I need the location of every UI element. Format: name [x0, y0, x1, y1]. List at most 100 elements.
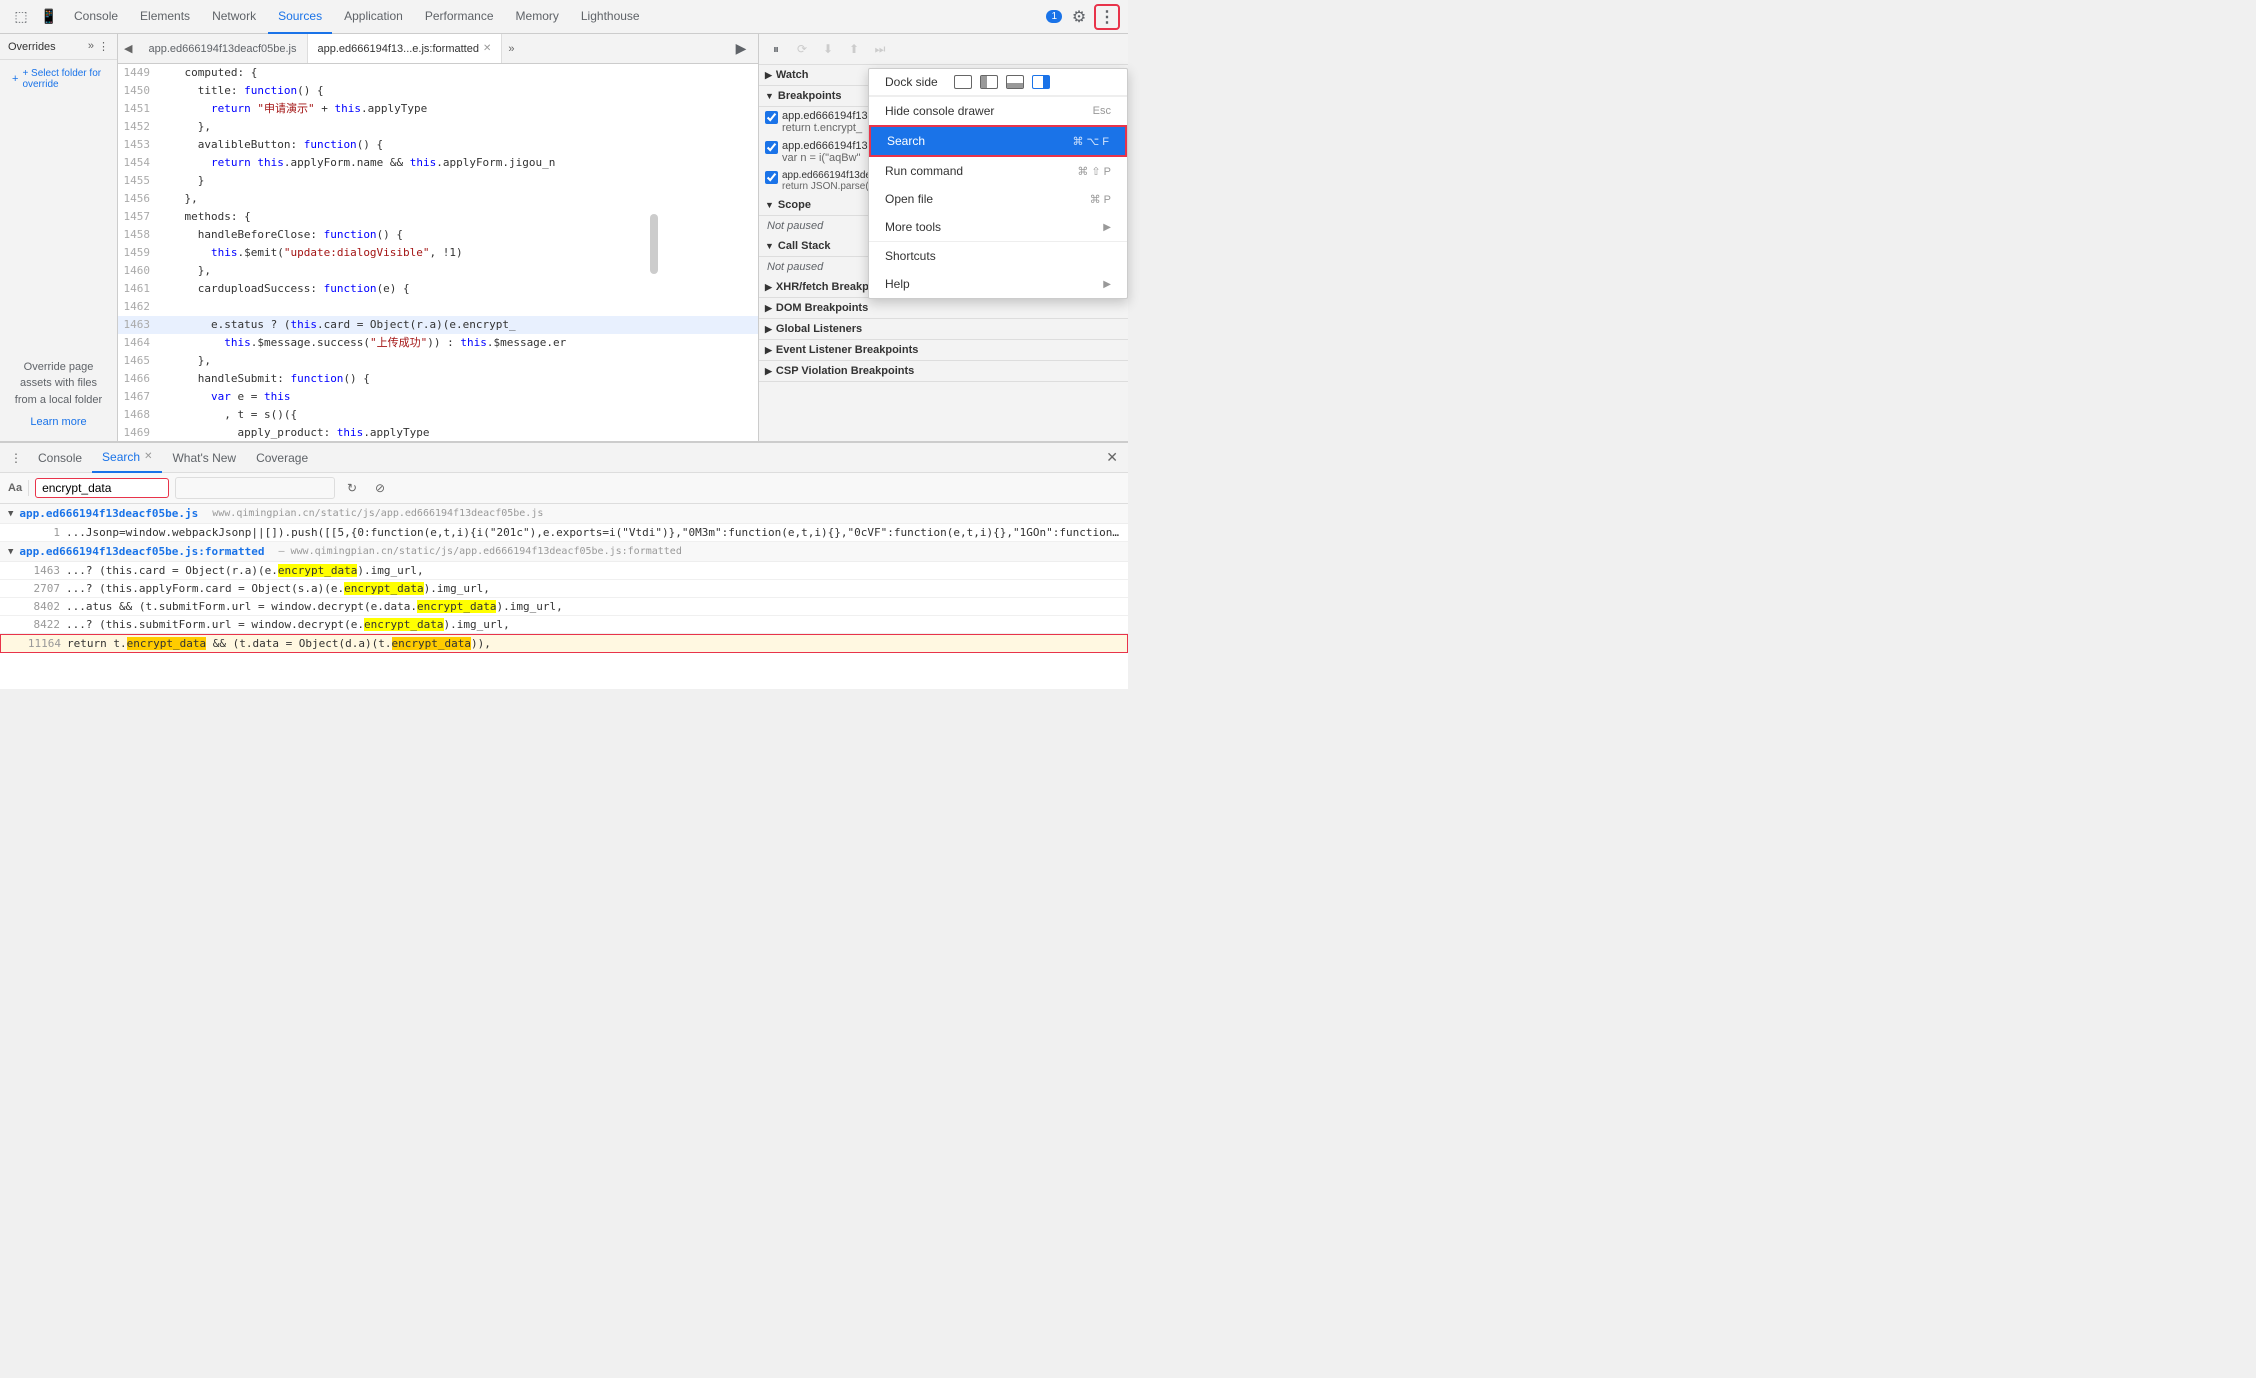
breakpoint-checkbox-2[interactable]	[765, 141, 778, 154]
step-into-btn[interactable]: ⬇	[817, 38, 839, 60]
event-listener-arrow-icon: ▶	[765, 345, 772, 356]
dock-side-section: Dock side	[869, 69, 1127, 96]
code-line-1460: 1460 },	[118, 262, 758, 280]
tab-performance[interactable]: Performance	[415, 0, 504, 34]
main-area: Overrides » ⋮ + + Select folder for over…	[0, 34, 1128, 689]
csp-arrow-icon: ▶	[765, 366, 772, 377]
dock-undock-btn[interactable]	[954, 75, 972, 89]
result-linenum-1: 1	[24, 526, 60, 539]
result-line-2707[interactable]: 2707 ...? (this.applyForm.card = Object(…	[0, 580, 1128, 598]
open-file-item[interactable]: Open file ⌘ P	[869, 185, 1127, 213]
search-input[interactable]	[42, 481, 162, 495]
replace-input-container	[175, 477, 335, 499]
sidebar-more-btn[interactable]: »	[88, 40, 94, 53]
case-sensitive-btn[interactable]: Aa	[8, 482, 22, 494]
result-line-file1-1[interactable]: 1 ...Jsonp=window.webpackJsonp||[]).push…	[0, 524, 1128, 542]
result-linenum-11164: 11164	[25, 637, 61, 650]
result-line-1463[interactable]: 1463 ...? (this.card = Object(r.a)(e.enc…	[0, 562, 1128, 580]
bottom-tab-coverage[interactable]: Coverage	[246, 443, 318, 473]
help-arrow-icon: ▶	[1103, 279, 1111, 290]
event-listener-section-header[interactable]: ▶ Event Listener Breakpoints	[759, 340, 1128, 361]
context-menu: Dock side Hide console drawer Esc Search…	[868, 68, 1128, 299]
file-tab-formatted[interactable]: app.ed666194f13...e.js:formatted ✕	[308, 34, 503, 64]
run-command-item[interactable]: Run command ⌘ ⇧ P	[869, 157, 1127, 185]
code-line-1449: 1449 computed: {	[118, 64, 758, 82]
step-btn[interactable]: ⏭	[869, 38, 891, 60]
bottom-panel-menu[interactable]: ⋮	[4, 451, 28, 465]
result-line-8422[interactable]: 8422 ...? (this.submitForm.url = window.…	[0, 616, 1128, 634]
tab-lighthouse[interactable]: Lighthouse	[571, 0, 650, 34]
result-file-url-1: www.qimingpian.cn/static/js/app.ed666194…	[212, 508, 543, 519]
learn-more-link[interactable]: Learn more	[30, 416, 86, 428]
tab-elements[interactable]: Elements	[130, 0, 200, 34]
more-tools-item[interactable]: More tools ▶	[869, 213, 1127, 241]
result-file-arrow-1: ▼	[8, 509, 13, 519]
result-code-11164: return t.encrypt_data && (t.data = Objec…	[67, 637, 491, 650]
settings-btn[interactable]: ⚙	[1066, 4, 1092, 30]
file-tabs-more[interactable]: »	[502, 43, 520, 55]
tab-network[interactable]: Network	[202, 0, 266, 34]
result-file-header-1[interactable]: ▼ app.ed666194f13deacf05be.js www.qiming…	[0, 504, 1128, 524]
code-line-1462: 1462	[118, 298, 758, 316]
shortcuts-item[interactable]: Shortcuts	[869, 242, 1127, 270]
dock-left-btn[interactable]	[980, 75, 998, 89]
search-results: ▼ app.ed666194f13deacf05be.js www.qiming…	[0, 504, 1128, 689]
help-item[interactable]: Help ▶	[869, 270, 1127, 298]
step-out-btn[interactable]: ⬆	[843, 38, 865, 60]
file-tab-minified[interactable]: app.ed666194f13deacf05be.js	[138, 34, 307, 64]
sidebar-menu-btn[interactable]: ⋮	[98, 40, 109, 53]
result-code-2707: ...? (this.applyForm.card = Object(s.a)(…	[66, 582, 490, 595]
file-tab-close-icon[interactable]: ✕	[483, 43, 491, 54]
add-folder-btn[interactable]: + + Select folder for override	[4, 64, 113, 94]
search-item[interactable]: Search ⌘ ⌥ F	[869, 125, 1127, 157]
code-line-1458: 1458 handleBeforeClose: function() {	[118, 226, 758, 244]
xhr-arrow-icon: ▶	[765, 282, 772, 293]
bottom-tab-console[interactable]: Console	[28, 443, 92, 473]
bottom-panel-close-btn[interactable]: ✕	[1100, 449, 1124, 466]
dom-section-header[interactable]: ▶ DOM Breakpoints	[759, 298, 1128, 319]
result-code-1463: ...? (this.card = Object(r.a)(e.encrypt_…	[66, 564, 424, 577]
code-line-1456: 1456 },	[118, 190, 758, 208]
breakpoints-section-label: Breakpoints	[778, 90, 842, 102]
tab-application[interactable]: Application	[334, 0, 413, 34]
call-stack-arrow-icon: ▼	[765, 241, 774, 251]
bottom-tab-search[interactable]: Search ✕	[92, 443, 162, 473]
more-btn[interactable]: ⋮	[1094, 4, 1120, 30]
dock-bottom-btn[interactable]	[1006, 75, 1024, 89]
inspect-toggle-btn[interactable]: ⬚	[8, 4, 34, 30]
clear-search-btn[interactable]: ⊘	[369, 477, 391, 499]
result-file-url-2: — www.qimingpian.cn/static/js/app.ed6661…	[278, 546, 681, 557]
tab-console[interactable]: Console	[64, 0, 128, 34]
breakpoint-checkbox-1[interactable]	[765, 111, 778, 124]
call-stack-section-label: Call Stack	[778, 240, 831, 252]
file-nav-back[interactable]: ◀	[118, 42, 138, 55]
dock-right-btn[interactable]	[1032, 75, 1050, 89]
result-linenum-8402: 8402	[24, 600, 60, 613]
pause-btn[interactable]: ⏸	[765, 38, 787, 60]
device-toggle-btn[interactable]: 📱	[36, 4, 62, 30]
refresh-search-btn[interactable]: ↻	[341, 477, 363, 499]
scrollbar-thumb[interactable]	[650, 214, 658, 274]
scope-section-label: Scope	[778, 199, 811, 211]
code-line-1463: 1463 e.status ? (this.card = Object(r.a)…	[118, 316, 758, 334]
result-line-11164[interactable]: 11164 return t.encrypt_data && (t.data =…	[0, 634, 1128, 653]
bottom-tabs: ⋮ Console Search ✕ What's New Coverage ✕	[0, 443, 1128, 473]
breakpoint-checkbox-3[interactable]	[765, 171, 778, 184]
tab-memory[interactable]: Memory	[506, 0, 569, 34]
tab-sources[interactable]: Sources	[268, 0, 332, 34]
search-toolbar: Aa ↻ ⊘	[0, 473, 1128, 504]
hide-console-item[interactable]: Hide console drawer Esc	[869, 97, 1127, 125]
bottom-tab-whats-new[interactable]: What's New	[162, 443, 246, 473]
csp-section-header[interactable]: ▶ CSP Violation Breakpoints	[759, 361, 1128, 382]
global-section-header[interactable]: ▶ Global Listeners	[759, 319, 1128, 340]
search-tab-close-icon[interactable]: ✕	[144, 451, 152, 462]
dock-side-label: Dock side	[885, 75, 938, 89]
global-section-label: Global Listeners	[776, 323, 862, 335]
run-snippet-btn[interactable]: ▶	[728, 36, 754, 62]
search-divider	[28, 480, 29, 496]
step-over-btn[interactable]: ⟳	[791, 38, 813, 60]
result-file-header-2[interactable]: ▼ app.ed666194f13deacf05be.js:formatted …	[0, 542, 1128, 562]
sidebar-title: Overrides	[8, 41, 56, 53]
result-line-8402[interactable]: 8402 ...atus && (t.submitForm.url = wind…	[0, 598, 1128, 616]
result-linenum-8422: 8422	[24, 618, 60, 631]
